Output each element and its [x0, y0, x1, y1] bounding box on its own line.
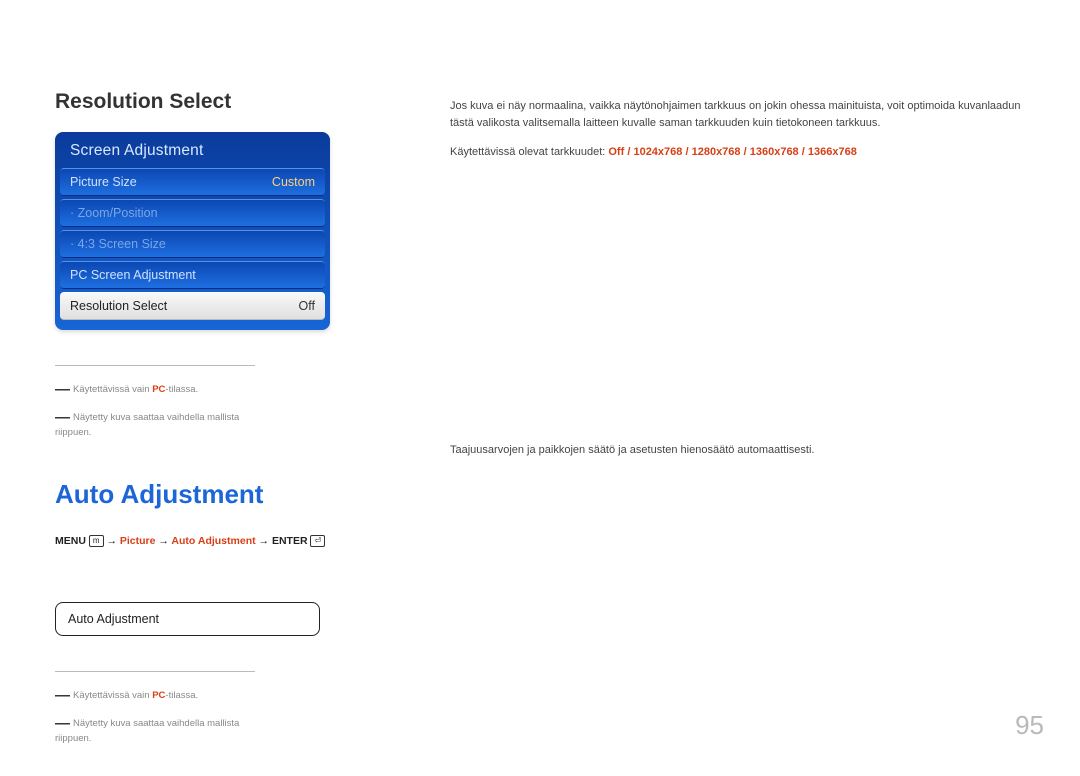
body-text-auto-adjustment: Taajuusarvojen ja paikkojen säätö ja ase…	[450, 442, 1025, 459]
osd-row-pc-screen-adjustment[interactable]: PC Screen Adjustment	[60, 261, 325, 289]
osd-row-zoom-position[interactable]: · Zoom/Position	[60, 199, 325, 227]
page-number: 95	[1015, 710, 1044, 741]
notes-block-2: ―Käytettävissä vain PC-tilassa. ―Näytett…	[55, 671, 255, 745]
osd-row-label: Picture Size	[70, 175, 137, 189]
osd-row-label: · 4:3 Screen Size	[70, 237, 166, 251]
note-model-vary: ―Näytetty kuva saattaa vaihdella mallist…	[55, 408, 255, 440]
osd-row-picture-size[interactable]: Picture Size Custom	[60, 168, 325, 196]
menu-icon: m	[89, 535, 104, 547]
osd-row-resolution-select[interactable]: Resolution Select Off	[60, 292, 325, 320]
osd-row-label: PC Screen Adjustment	[70, 268, 196, 282]
enter-icon: ⏎	[310, 535, 325, 547]
osd-row-value: Off	[299, 299, 315, 313]
osd-panel-screen-adjustment: Screen Adjustment Picture Size Custom · …	[55, 132, 330, 330]
osd-row-43-screen-size[interactable]: · 4:3 Screen Size	[60, 230, 325, 258]
body-text-resolution-select: Jos kuva ei näy normaalina, vaikka näytö…	[450, 98, 1025, 132]
osd-row-label: Resolution Select	[70, 299, 167, 313]
note-pc-mode: ―Käytettävissä vain PC-tilassa.	[55, 686, 255, 706]
section-title-auto-adjustment: Auto Adjustment	[55, 479, 335, 510]
available-resolutions: Käytettävissä olevat tarkkuudet: Off / 1…	[450, 146, 1025, 158]
osd-pill-auto-adjustment[interactable]: Auto Adjustment	[55, 602, 320, 636]
notes-block-1: ―Käytettävissä vain PC-tilassa. ―Näytett…	[55, 365, 255, 439]
menu-path: MENU m → Picture → Auto Adjustment → ENT…	[55, 535, 335, 547]
osd-row-value: Custom	[272, 175, 315, 189]
note-model-vary: ―Näytetty kuva saattaa vaihdella mallist…	[55, 714, 255, 746]
osd-header: Screen Adjustment	[60, 132, 325, 168]
section-title-resolution-select: Resolution Select	[55, 90, 335, 114]
note-pc-mode: ―Käytettävissä vain PC-tilassa.	[55, 380, 255, 400]
osd-row-label: · Zoom/Position	[70, 206, 158, 220]
